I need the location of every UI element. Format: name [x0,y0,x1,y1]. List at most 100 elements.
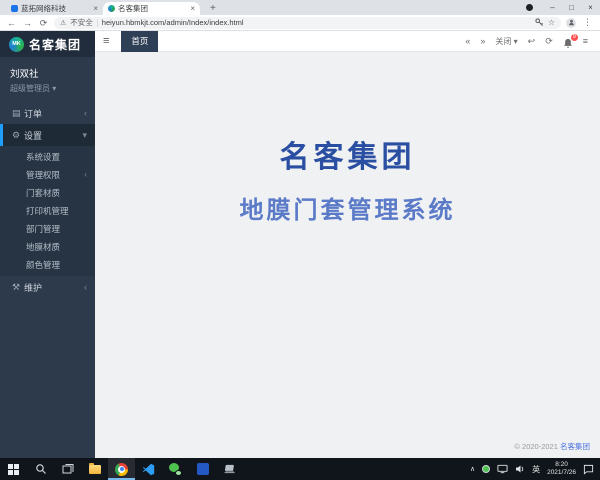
task-view-button[interactable] [54,458,81,480]
chevron-left-icon: ‹ [84,108,87,118]
sidebar-item-settings[interactable]: ⚙ 设置 ▾ [0,124,95,146]
file-explorer-button[interactable] [81,458,108,480]
network-display-icon[interactable] [497,464,508,474]
chevron-left-icon: ‹ [84,166,87,184]
admin-sidebar: MK 名客集团 刘双社 超级管理员 ▾ ▤ 订单 ‹ ⚙ 设置 ▾ 系统设置 管… [0,31,95,458]
clock-date: 2021/7/26 [547,469,576,476]
window-minimize-button[interactable]: – [543,0,562,15]
chrome-taskbar-button[interactable] [108,458,135,480]
browser-tab-active[interactable]: 名客集团 × [103,2,200,15]
submenu-admin-permissions[interactable]: 管理权限‹ [0,166,95,184]
page-subtitle: 地膜门套管理系统 [95,190,600,225]
refresh-icon[interactable]: ⟳ [545,31,553,52]
company-name: 名客集团 [29,36,81,53]
caret-down-icon: ▾ [514,37,518,46]
browser-tab-other[interactable]: 蓝拓网络科技 × [6,2,103,15]
sidebar-item-orders[interactable]: ▤ 订单 ‹ [0,102,95,124]
back-button[interactable]: ← [6,16,17,30]
more-menu-icon[interactable]: ≡ [583,31,588,52]
tab-close-icon[interactable]: × [93,4,98,13]
app-taskbar-button-2[interactable] [216,458,243,480]
undo-icon[interactable]: ↩ [528,31,536,52]
blue-app-icon [197,463,209,475]
tab-favicon [108,5,115,12]
laptop-icon [223,464,236,475]
submenu-printer-management[interactable]: 打印机管理 [0,202,95,220]
reload-button[interactable]: ⟳ [38,16,49,30]
wechat-taskbar-button[interactable] [162,458,189,480]
action-center-icon[interactable] [583,464,594,475]
user-block: 刘双社 超级管理员 ▾ [0,57,95,102]
orders-icon: ▤ [12,108,24,119]
divider [97,19,98,27]
windows-taskbar: ∧ 英 8:20 2021/7/26 [0,458,600,480]
company-logo-icon: MK [9,37,24,52]
app-taskbar-button-1[interactable] [189,458,216,480]
profile-dot-icon[interactable] [526,4,533,11]
system-tray: ∧ 英 8:20 2021/7/26 [470,458,600,480]
scroll-tabs-left-icon[interactable]: « [465,31,470,52]
page-title: 名客集团 [95,52,600,176]
sidebar-item-maintenance[interactable]: ⚒ 维护 ‹ [0,276,95,298]
wrench-icon: ⚒ [12,282,24,293]
vscode-icon [142,463,155,476]
windows-logo-icon [8,464,19,475]
notification-badge: 9 [571,34,578,41]
wechat-icon [169,463,182,476]
chrome-icon [115,463,128,476]
user-role-dropdown[interactable]: 超级管理员 ▾ [10,83,85,94]
browser-tab-strip: 蓝拓网络科技 × 名客集团 × + – □ × [0,0,600,15]
copyright-footer: © 2020-2021 名客集团 [514,441,590,452]
submenu-doorcover-material[interactable]: 门套材质 [0,184,95,202]
tab-close-icon[interactable]: × [190,4,195,13]
tab-title: 蓝拓网络科技 [21,3,90,14]
taskbar-search-button[interactable] [27,458,54,480]
tab-title: 名客集团 [118,3,187,14]
profile-avatar[interactable] [566,18,576,28]
close-tabs-dropdown[interactable]: 关闭 ▾ [495,31,517,52]
chevron-left-icon: ‹ [84,282,87,292]
password-key-icon[interactable] [535,18,544,27]
notification-bell-button[interactable]: 9 [563,33,573,49]
security-warning-icon[interactable]: ⚠ [60,19,66,27]
sidebar-toggle-icon[interactable]: ≡ [95,35,117,47]
search-icon [35,463,47,475]
browser-menu-icon[interactable]: ⋮ [581,17,594,28]
folder-icon [89,465,101,474]
speaker-icon[interactable] [515,464,525,474]
submenu-department-management[interactable]: 部门管理 [0,220,95,238]
url-text[interactable]: heiyun.hbmkjt.com/admin/Index/index.html [102,18,244,27]
window-close-button[interactable]: × [581,0,600,15]
window-maximize-button[interactable]: □ [562,0,581,15]
sidebar-logo[interactable]: MK 名客集团 [0,31,95,57]
address-bar[interactable]: ⚠ 不安全 heiyun.hbmkjt.com/admin/Index/inde… [54,17,561,29]
caret-down-icon: ▾ [52,84,56,93]
scroll-tabs-right-icon[interactable]: » [480,31,485,52]
wechat-tray-icon[interactable] [482,465,490,473]
copyright-link[interactable]: 名客集团 [560,442,590,451]
browser-toolbar: ← → ⟳ ⚠ 不安全 heiyun.hbmkjt.com/admin/Inde… [0,15,600,31]
submenu-groundfilm-material[interactable]: 地膜材质 [0,238,95,256]
submenu-system-settings[interactable]: 系统设置 [0,148,95,166]
submenu-color-management[interactable]: 颜色管理 [0,256,95,274]
main-content: 名客集团 地膜门套管理系统 © 2020-2021 名客集团 [95,52,600,458]
security-label: 不安全 [70,17,93,28]
topbar-actions: « » 关闭 ▾ ↩ ⟳ 9 ≡ [465,31,600,52]
task-view-icon [62,463,74,475]
user-name: 刘双社 [10,66,85,80]
tray-expand-icon[interactable]: ∧ [470,465,475,473]
admin-topbar: ≡ 首页 « » 关闭 ▾ ↩ ⟳ 9 ≡ [95,31,600,52]
window-controls: – □ × [526,0,600,15]
taskbar-clock[interactable]: 8:20 2021/7/26 [547,461,576,477]
vscode-taskbar-button[interactable] [135,458,162,480]
ime-indicator[interactable]: 英 [532,464,540,475]
bookmark-star-icon[interactable]: ☆ [548,18,555,27]
settings-submenu: 系统设置 管理权限‹ 门套材质 打印机管理 部门管理 地膜材质 颜色管理 [0,146,95,276]
clock-time: 8:20 [555,461,568,468]
new-tab-button[interactable]: + [207,2,219,15]
tab-home[interactable]: 首页 [121,31,158,52]
start-button[interactable] [0,458,27,480]
gear-icon: ⚙ [12,130,24,141]
forward-button[interactable]: → [22,16,33,30]
tab-favicon [11,5,18,12]
